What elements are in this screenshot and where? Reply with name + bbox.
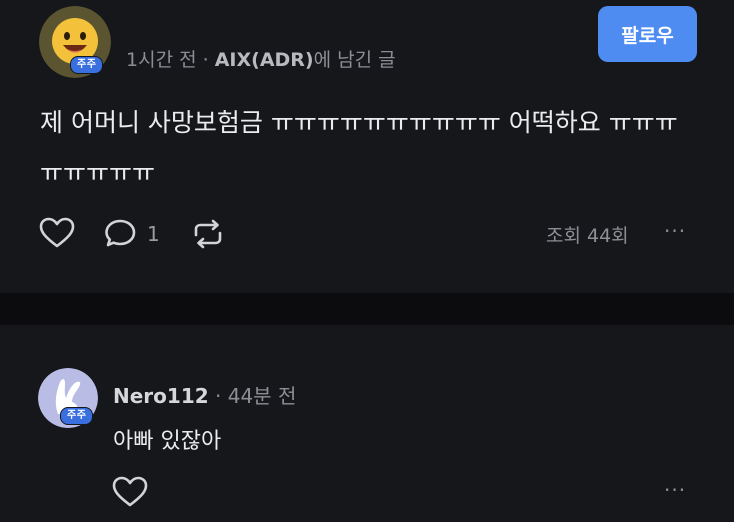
heart-icon[interactable] <box>112 476 148 508</box>
meta-separator: · <box>202 49 209 71</box>
more-icon[interactable]: ··· <box>664 219 686 243</box>
comment-body: 아빠 있잖아 <box>113 429 222 454</box>
post-card: 주주 1시간 전 · AIX(ADR)에 남긴 글 팔로우 제 어머니 사망보험… <box>0 0 734 293</box>
follow-button[interactable]: 팔로우 <box>598 6 697 62</box>
view-count: 조회 44회 <box>546 225 629 247</box>
post-avatar[interactable]: 주주 <box>39 6 111 78</box>
section-divider <box>0 293 734 325</box>
post-time: 1시간 전 <box>126 49 197 71</box>
comment-card: 주주 Nero112 · 44분 전 아빠 있잖아 ··· <box>0 325 734 522</box>
comment-icon[interactable] <box>104 218 140 250</box>
board-link[interactable]: AIX(ADR) <box>215 49 314 71</box>
heart-icon[interactable] <box>39 217 75 249</box>
comment-count: 1 <box>147 222 160 246</box>
comment-avatar[interactable]: 주주 <box>38 368 98 428</box>
comment-meta: Nero112 · 44분 전 <box>113 380 296 409</box>
comment-time: 44분 전 <box>227 384 297 408</box>
board-suffix: 에 남긴 글 <box>313 49 396 71</box>
post-meta: 1시간 전 · AIX(ADR)에 남긴 글 <box>126 45 396 72</box>
more-icon[interactable]: ··· <box>664 478 686 502</box>
shareholder-badge: 주주 <box>70 56 104 74</box>
comment-author[interactable]: Nero112 <box>113 384 209 408</box>
post-body: 제 어머니 사망보험금 ㅠㅠㅠㅠㅠㅠㅠㅠㅠㅠ 어떡하요 ㅠㅠㅠㅠㅠㅠㅠㅠ <box>40 108 678 187</box>
shareholder-badge: 주주 <box>60 407 94 425</box>
meta-separator: · <box>215 384 222 408</box>
repost-icon[interactable] <box>190 218 226 250</box>
